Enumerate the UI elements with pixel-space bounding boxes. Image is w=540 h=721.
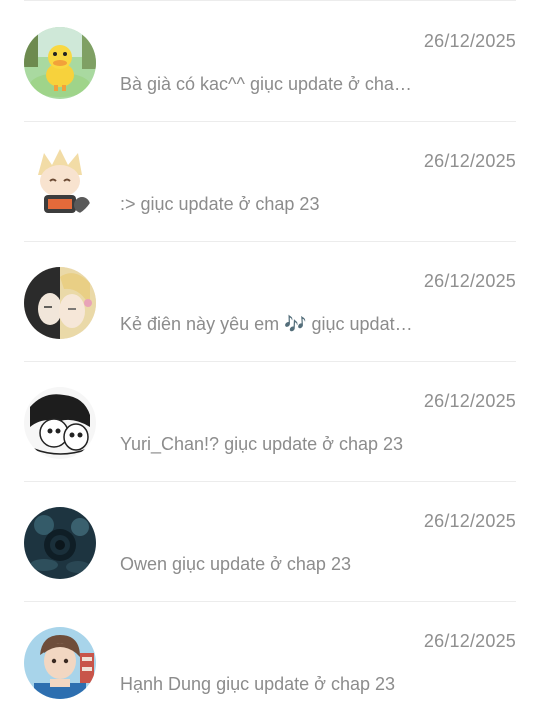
notification-message: Bà già có kac^^ giục update ở chap 23 (120, 74, 420, 94)
notification-date: 26/12/2025 (423, 631, 516, 651)
notification-message: Yuri_Chan!? giục update ở chap 23 (120, 434, 404, 454)
notification-date: 26/12/2025 (423, 271, 516, 291)
notification-date: 26/12/2025 (423, 151, 516, 171)
couple-anime-avatar[interactable] (24, 267, 96, 339)
notification-message: :> giục update ở chap 23 (120, 194, 320, 214)
blonde-chibi-avatar[interactable] (24, 147, 96, 219)
notification-message: Kẻ điên này yêu em 🎶 giục update ở chap … (120, 314, 420, 334)
notification-item[interactable]: 26/12/2025 Hạnh Dung giục update ở chap … (0, 601, 540, 721)
notification-date: 26/12/2025 (423, 31, 516, 51)
notification-item[interactable]: 26/12/2025 Yuri_Chan!? giục update ở cha… (0, 361, 540, 481)
boy-portrait-avatar[interactable] (24, 627, 96, 699)
notification-message: Owen giục update ở chap 23 (120, 554, 351, 574)
notification-item[interactable]: 26/12/2025 Owen giục update ở chap 23 (0, 481, 540, 601)
notification-date: 26/12/2025 (423, 511, 516, 531)
manga-sketch-avatar[interactable] (24, 387, 96, 459)
notification-item[interactable]: 26/12/2025 :> giục update ở chap 23 (0, 121, 540, 241)
notification-date: 26/12/2025 (423, 391, 516, 411)
duck-avatar[interactable] (24, 27, 96, 99)
notification-list: 26/12/2025 Bà già có kac^^ giục update ở… (0, 0, 540, 719)
notification-item[interactable]: 26/12/2025 Kẻ điên này yêu em 🎶 giục upd… (0, 241, 540, 361)
dark-rose-avatar[interactable] (24, 507, 96, 579)
notification-item[interactable]: 26/12/2025 Bà già có kac^^ giục update ở… (0, 1, 540, 121)
notification-message: Hạnh Dung giục update ở chap 23 (120, 674, 396, 694)
